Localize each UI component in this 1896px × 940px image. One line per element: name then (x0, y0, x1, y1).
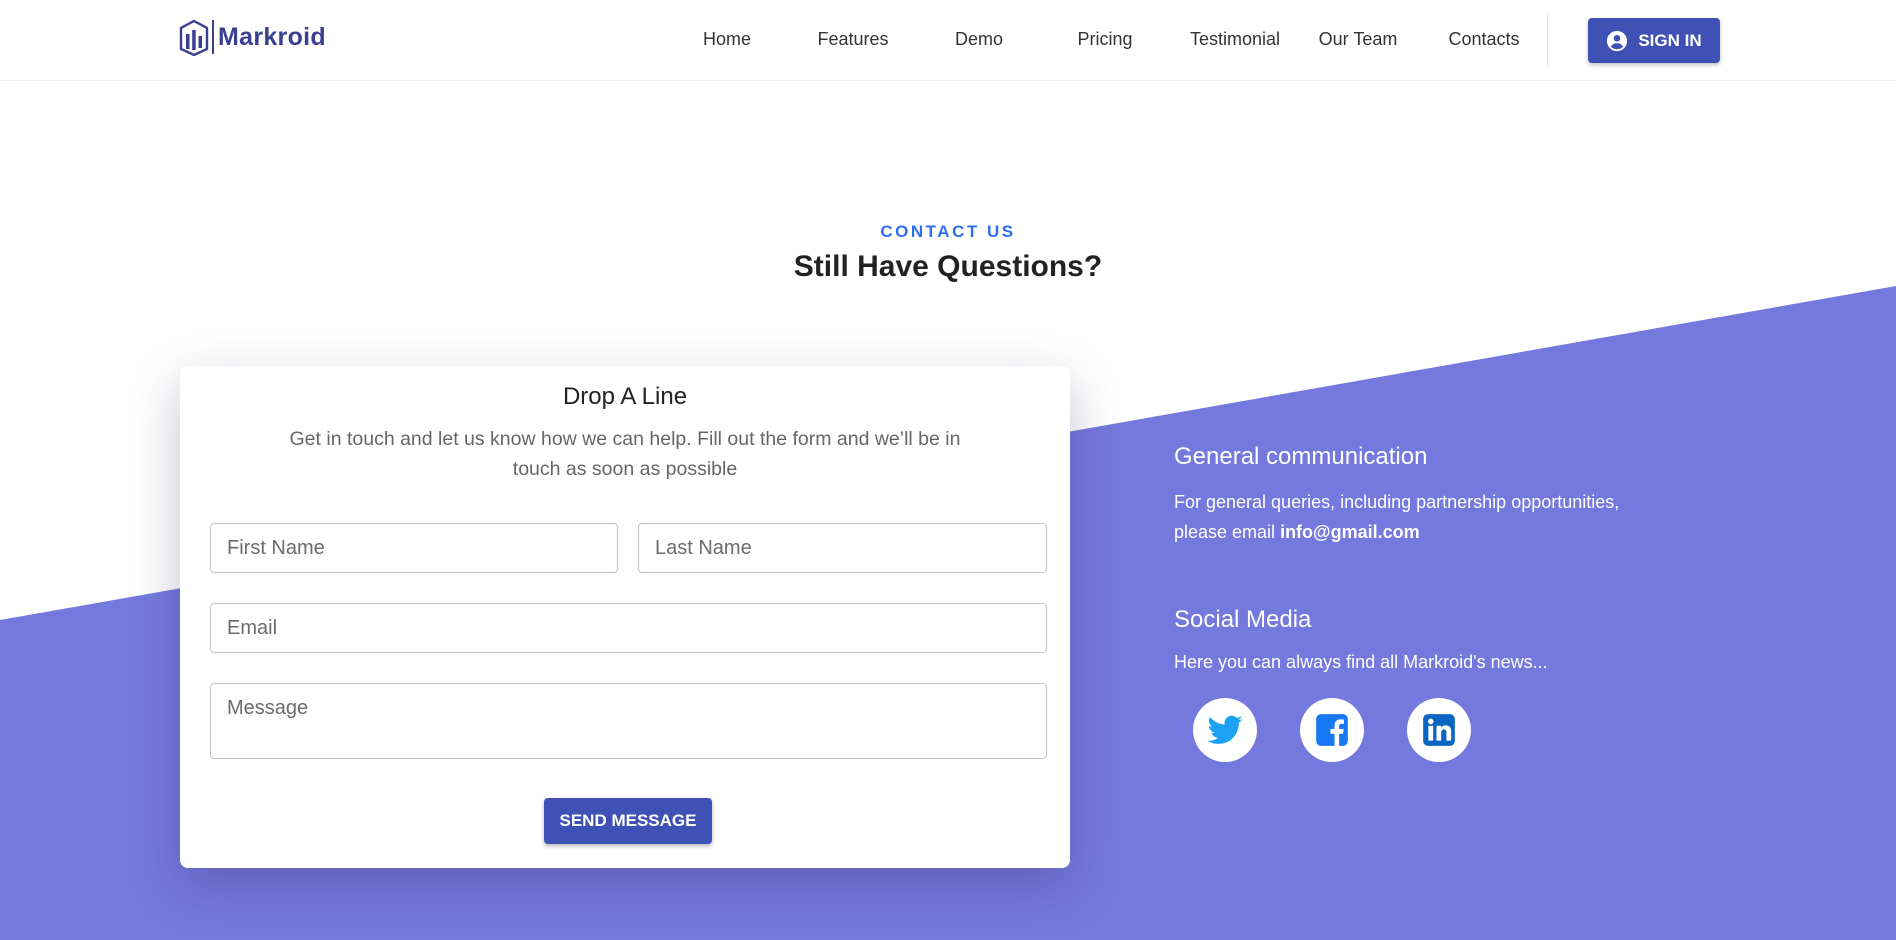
social-media-text: Here you can always find all Markroid's … (1174, 652, 1548, 672)
nav-item-features[interactable]: Features (817, 29, 888, 50)
nav-item-contacts[interactable]: Contacts (1448, 29, 1519, 50)
form-title: Drop A Line (562, 383, 688, 410)
facebook-icon (1316, 714, 1348, 746)
logo-separator (212, 20, 214, 54)
message-textarea[interactable] (210, 683, 1047, 759)
nav-item-our-team[interactable]: Our Team (1319, 29, 1398, 50)
nav-divider (1547, 15, 1548, 65)
email-input[interactable] (210, 603, 1047, 653)
header: Markroid Home Features Demo Pricing Test… (0, 0, 1896, 81)
nav-item-pricing[interactable]: Pricing (1077, 29, 1132, 50)
sign-in-button[interactable]: SIGN IN (1588, 18, 1720, 63)
contact-email-link[interactable]: info@gmail.com (1280, 522, 1420, 542)
nav-item-home[interactable]: Home (703, 29, 751, 50)
page: Markroid Home Features Demo Pricing Test… (0, 0, 1896, 940)
form-description: Get in touch and let us know how we can … (289, 428, 961, 480)
section-title: Still Have Questions? (793, 250, 1103, 283)
general-communication-text: For general queries, including partnersh… (1174, 487, 1674, 547)
twitter-icon (1207, 715, 1243, 744)
account-circle-icon (1607, 30, 1628, 51)
logo-mark-icon (179, 19, 209, 56)
facebook-button[interactable] (1300, 698, 1364, 762)
send-message-button[interactable]: SEND MESSAGE (544, 798, 712, 844)
nav-item-testimonial[interactable]: Testimonial (1190, 29, 1280, 50)
logo[interactable]: Markroid (178, 18, 326, 56)
first-name-input[interactable] (210, 523, 618, 573)
social-media-title: Social Media (1174, 606, 1312, 633)
linkedin-icon (1423, 714, 1455, 746)
last-name-input[interactable] (638, 523, 1047, 573)
linkedin-button[interactable] (1407, 698, 1471, 762)
sign-in-label: SIGN IN (1638, 30, 1702, 50)
section-eyebrow: CONTACT US (880, 222, 1016, 241)
contact-form-card: Drop A Line Get in touch and let us know… (180, 366, 1070, 868)
twitter-button[interactable] (1193, 698, 1257, 762)
logo-text: Markroid (218, 22, 326, 51)
general-communication-title: General communication (1174, 443, 1428, 470)
nav-item-demo[interactable]: Demo (955, 29, 1003, 50)
